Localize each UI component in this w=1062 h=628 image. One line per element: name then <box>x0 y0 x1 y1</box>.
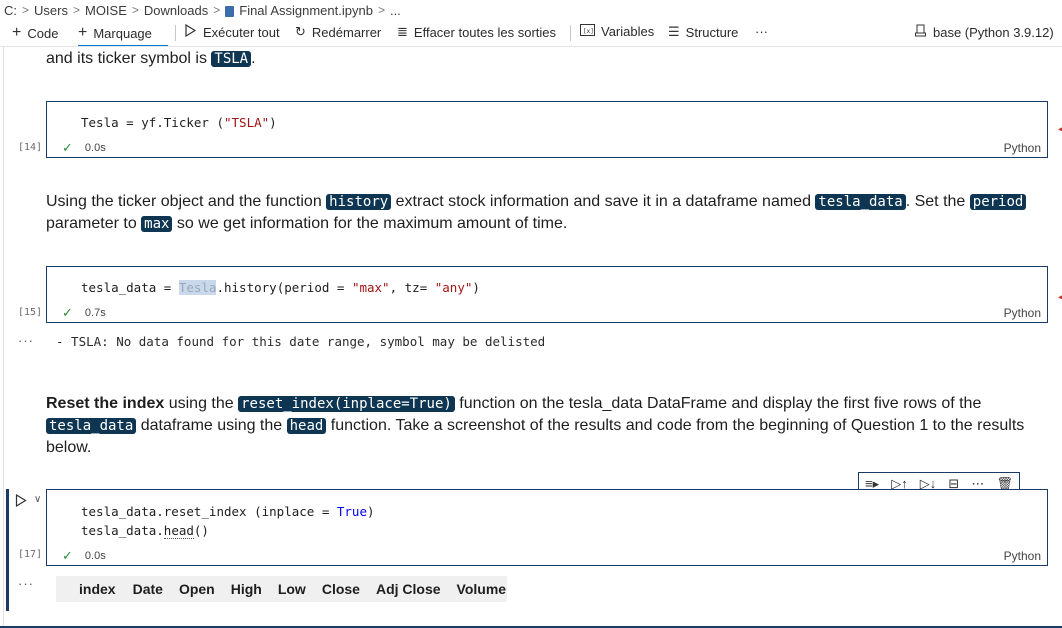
toolbar-divider <box>175 25 176 41</box>
breadcrumb: C: > Users > MOISE > Downloads > Final A… <box>0 0 1062 20</box>
df-column-header: Date <box>132 581 163 597</box>
chevron-right-icon: > <box>131 3 139 17</box>
notebook-left-border <box>3 46 4 628</box>
list-icon: ☰ <box>668 24 680 39</box>
outline-label: Structure <box>685 24 739 40</box>
inline-code: head <box>286 418 327 434</box>
inline-code: reset_index(inplace=True) <box>238 396 455 412</box>
cell-language[interactable]: Python <box>1004 549 1041 563</box>
inline-code: tesla_data <box>815 194 906 210</box>
run-cell-button[interactable] <box>15 493 27 510</box>
run-all-label: Exécuter tout <box>203 24 280 40</box>
cell-language[interactable]: Python <box>1004 141 1041 155</box>
restart-label: Redémarrer <box>311 24 382 40</box>
output-actions-button[interactable]: ··· <box>18 333 34 348</box>
add-markdown-cell-button[interactable]: + Marquage <box>78 24 152 42</box>
cell-status: ✓ 0.0s <box>62 140 106 156</box>
cell-output: - TSLA: No data found for this date rang… <box>56 334 546 349</box>
breadcrumb-item-downloads[interactable]: Downloads <box>144 3 208 18</box>
execution-count: [14] <box>18 142 43 153</box>
breadcrumb-item-users[interactable]: Users <box>34 3 68 18</box>
code-editor[interactable]: tesla_data = Tesla.history(period = "max… <box>81 280 480 295</box>
kernel-picker-button[interactable]: base (Python 3.9.12) <box>914 24 1054 40</box>
execution-count: [17] <box>18 549 43 560</box>
breadcrumb-item-moise[interactable]: MOISE <box>85 3 127 18</box>
code-editor-line-1[interactable]: tesla_data.reset_index (inplace = True) <box>81 504 375 519</box>
code-cell-15[interactable]: tesla_data = Tesla.history(period = "max… <box>46 266 1048 323</box>
breadcrumb-item-notebook[interactable]: Final Assignment.ipynb <box>239 3 373 18</box>
kernel-label: base (Python 3.9.12) <box>933 24 1054 40</box>
run-all-icon <box>184 23 197 40</box>
inline-code: tesla_data <box>46 418 137 434</box>
chevron-right-icon: > <box>213 3 221 17</box>
markdown-text: and its ticker symbol is <box>46 50 207 67</box>
df-column-header: Adj Close <box>375 581 441 597</box>
active-cell-indicator <box>6 489 9 611</box>
plus-icon: + <box>12 24 22 41</box>
df-column-header: index <box>79 581 116 597</box>
markdown-cell-reset-index: Reset the index using the reset_index(in… <box>46 395 1025 456</box>
code-cell-17[interactable]: tesla_data.reset_index (inplace = True) … <box>46 489 1048 566</box>
kernel-icon <box>914 24 927 40</box>
notebook-toolbar: + Code + Marquage Exécuter tout ↻ Redéma… <box>0 20 1062 47</box>
markdown-button-focus-underline <box>78 45 168 46</box>
breadcrumb-item-more[interactable]: ... <box>390 3 401 18</box>
execution-time: 0.0s <box>84 550 106 562</box>
outline-button[interactable]: ☰ Structure <box>668 24 738 40</box>
code-editor-line-2[interactable]: tesla_data.head() <box>81 523 209 539</box>
run-all-button[interactable]: Exécuter tout <box>184 23 280 40</box>
check-icon: ✓ <box>62 548 73 563</box>
variables-button[interactable]: [x] Variables <box>580 24 654 39</box>
breadcrumb-item-drive[interactable]: C: <box>4 3 17 18</box>
markdown-cell-history: Using the ticker object and the function… <box>46 191 1036 235</box>
df-column-header: High <box>230 581 262 597</box>
add-markdown-label: Marquage <box>93 25 152 41</box>
dataframe-header-row: index Date Open High Low Close Adj Close… <box>56 576 507 602</box>
df-column-header: Volume <box>456 581 507 597</box>
variables-icon: [x] <box>580 24 595 39</box>
code-editor[interactable]: Tesla = yf.Ticker ("TSLA") <box>81 115 277 130</box>
chevron-down-icon[interactable]: ∨ <box>34 494 41 505</box>
restart-button[interactable]: ↻ Redémarrer <box>295 24 381 40</box>
inline-code: history <box>326 194 392 210</box>
scroll-marker-icon: ◂ <box>1058 292 1062 303</box>
code-cell-14[interactable]: Tesla = yf.Ticker ("TSLA") ✓ 0.0s Python <box>46 101 1048 158</box>
more-actions-button[interactable]: ··· <box>755 24 768 39</box>
inline-code: period <box>969 194 1027 210</box>
clear-all-icon: ≣ <box>397 24 408 39</box>
markdown-bold: Reset the index <box>46 395 165 412</box>
execution-time: 0.0s <box>84 142 106 154</box>
cell-status: ✓ 0.7s <box>62 305 106 321</box>
add-code-label: Code <box>27 25 59 41</box>
check-icon: ✓ <box>62 305 73 320</box>
df-column-header: Low <box>277 581 306 597</box>
add-code-cell-button[interactable]: + Code <box>12 24 58 42</box>
execution-time: 0.7s <box>84 307 106 319</box>
plus-icon: + <box>78 24 88 41</box>
markdown-text: . <box>251 50 256 67</box>
chevron-right-icon: > <box>377 3 385 17</box>
restart-icon: ↻ <box>295 24 306 39</box>
inline-code: TSLA <box>211 51 252 67</box>
more-actions-label: ··· <box>755 24 768 39</box>
inline-code: max <box>141 216 173 232</box>
cell-status: ✓ 0.0s <box>62 548 106 564</box>
notebook-file-icon <box>225 5 235 17</box>
cell-language[interactable]: Python <box>1004 306 1041 320</box>
variables-label: Variables <box>601 24 655 39</box>
markdown-cell-ticker: and its ticker symbol is TSLA. <box>46 48 256 70</box>
output-actions-button[interactable]: ··· <box>18 576 34 591</box>
execution-count: [15] <box>18 307 43 318</box>
df-column-header: Open <box>178 581 215 597</box>
chevron-right-icon: > <box>22 3 30 17</box>
check-icon: ✓ <box>62 140 73 155</box>
svg-text:[x]: [x] <box>583 28 594 35</box>
chevron-right-icon: > <box>72 3 80 17</box>
clear-outputs-button[interactable]: ≣ Effacer toutes les sorties <box>397 24 556 40</box>
df-column-header: Close <box>321 581 360 597</box>
toolbar-divider <box>570 25 571 41</box>
clear-outputs-label: Effacer toutes les sorties <box>413 24 557 40</box>
scroll-marker-icon: ◂ <box>1058 124 1062 135</box>
